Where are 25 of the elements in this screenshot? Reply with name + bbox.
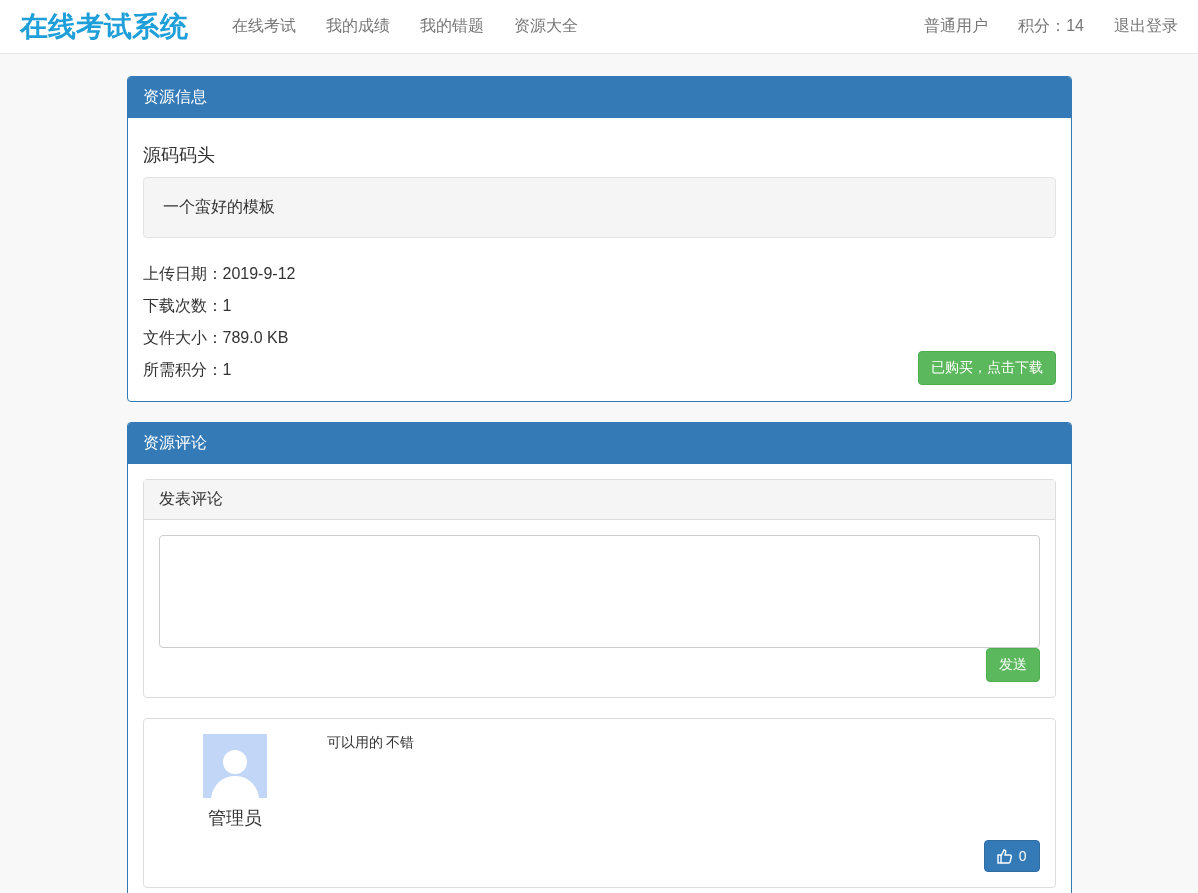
author-name: 管理员 bbox=[207, 807, 262, 830]
resource-description: 一个蛮好的模板 bbox=[142, 177, 1056, 238]
panel-heading: 资源评论 bbox=[127, 423, 1071, 464]
detail-text: 下载次数：1 bbox=[142, 296, 233, 316]
download-button[interactable]: 已购买，点击下载 bbox=[917, 351, 1056, 385]
form-heading: 发表评论 bbox=[143, 480, 1055, 520]
comment-text: 可以用的 不错 bbox=[326, 734, 416, 752]
user-link[interactable]: 退出登录 bbox=[1114, 17, 1178, 34]
nav-link[interactable]: 我的成绩 bbox=[326, 17, 390, 34]
nav-link[interactable]: 在线考试 bbox=[232, 17, 296, 34]
panel-heading: 资源信息 bbox=[127, 77, 1071, 118]
detail-text: 上传日期：2019-9-12 bbox=[142, 264, 297, 284]
user-link[interactable]: 普通用户 bbox=[924, 17, 989, 34]
thumbs-up-icon bbox=[996, 848, 1013, 864]
avatar-icon bbox=[202, 734, 267, 798]
like-button[interactable]: 0 bbox=[983, 840, 1040, 872]
detail-text: 所需积分：1 bbox=[142, 360, 233, 380]
nav-link[interactable]: 我的错题 bbox=[420, 17, 484, 34]
detail-text: 文件大小：789.0 KB bbox=[142, 328, 290, 348]
send-button[interactable]: 发送 bbox=[985, 648, 1040, 682]
user-link[interactable]: 积分：14 bbox=[1018, 17, 1084, 34]
brand-title[interactable]: 在线考试系统 bbox=[20, 7, 188, 46]
resource-name: 源码码头 bbox=[142, 144, 216, 167]
nav-link[interactable]: 资源大全 bbox=[514, 17, 578, 34]
comment-input[interactable] bbox=[158, 535, 1040, 648]
